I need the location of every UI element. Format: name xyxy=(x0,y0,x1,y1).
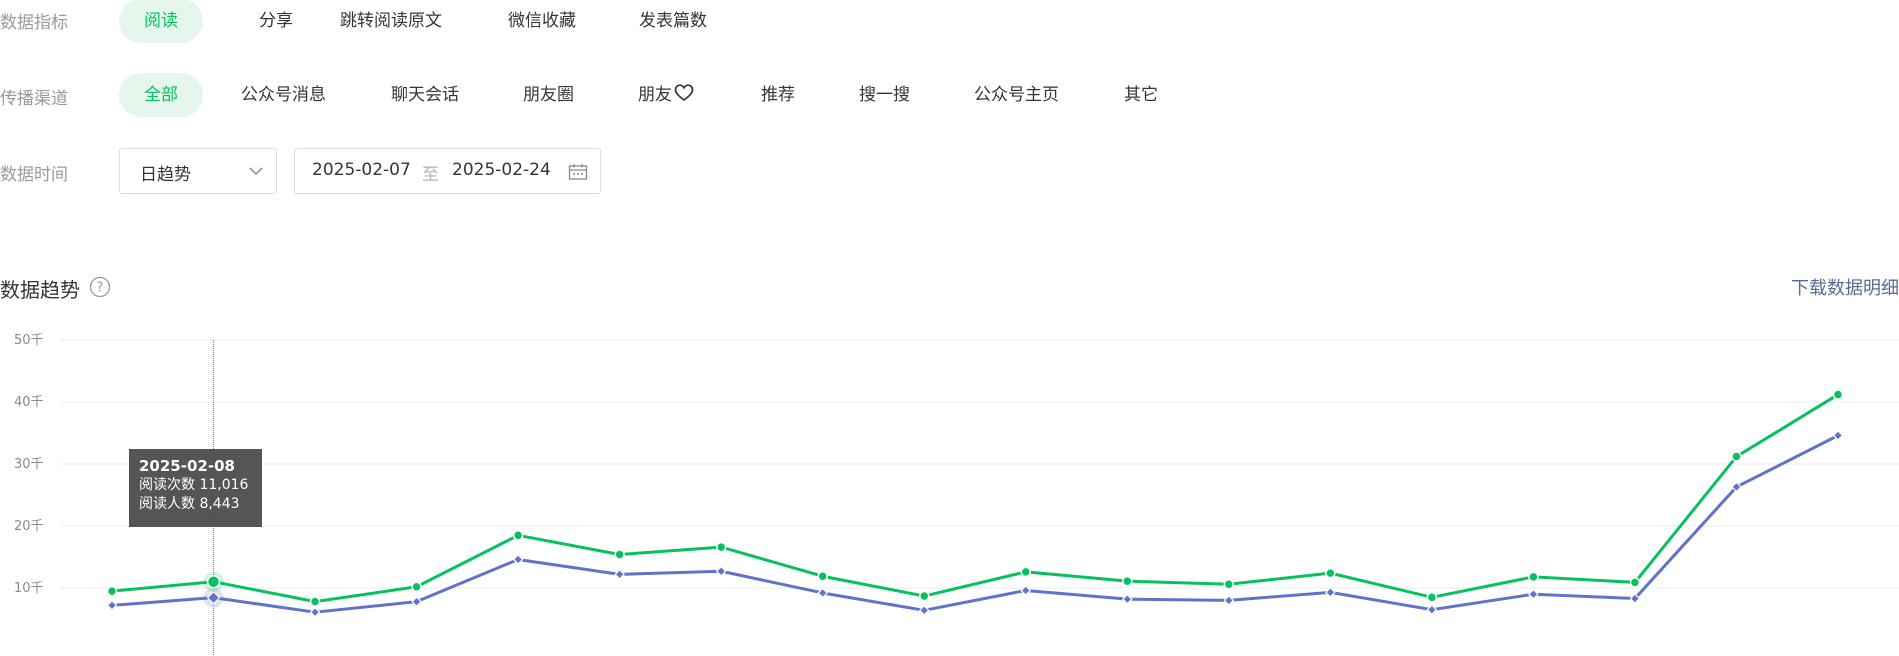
channel-option-chat[interactable]: 聊天会话 xyxy=(366,73,484,117)
data-point xyxy=(1121,593,1133,605)
date-separator: 至 xyxy=(422,165,439,185)
data-point xyxy=(817,587,829,599)
y-tick-label: 20千 xyxy=(14,519,44,534)
channel-option-search[interactable]: 搜一搜 xyxy=(834,73,935,117)
tooltip-line-reads: 阅读次数 11,016 xyxy=(139,477,249,493)
data-point xyxy=(1020,585,1032,596)
data-point xyxy=(715,541,727,553)
data-point xyxy=(1020,566,1032,578)
data-point xyxy=(817,570,828,582)
data-point xyxy=(1325,586,1336,598)
y-tick-label: 40千 xyxy=(14,395,44,410)
data-point xyxy=(918,604,930,616)
data-point xyxy=(614,549,625,560)
channel-option-moments[interactable]: 朋友圈 xyxy=(498,73,599,117)
metric-option-read-original[interactable]: 跳转阅读原文 xyxy=(315,0,467,43)
heart-icon xyxy=(674,84,694,102)
channel-option-friends-label: 朋友 xyxy=(638,85,672,105)
tooltip-date: 2025-02-08 xyxy=(139,457,235,475)
tooltip-line-readers: 阅读人数 8,443 xyxy=(139,496,240,512)
data-point xyxy=(1426,592,1438,603)
data-point xyxy=(1223,595,1235,606)
section-title: 数据趋势 xyxy=(0,278,80,302)
date-range-picker[interactable]: 2025-02-07 至 2025-02-24 xyxy=(294,148,601,194)
series-line xyxy=(111,393,1839,604)
data-point xyxy=(309,606,321,618)
data-point xyxy=(309,596,321,607)
data-point xyxy=(106,600,118,611)
y-tick-label: 50千 xyxy=(14,333,44,348)
chart-tooltip: 2025-02-08 阅读次数 11,016 阅读人数 8,443 xyxy=(129,449,262,527)
data-point xyxy=(1528,588,1539,600)
data-point xyxy=(206,574,221,589)
data-point xyxy=(918,590,930,602)
time-filter-label: 数据时间 xyxy=(0,165,68,185)
data-point xyxy=(106,585,118,597)
channel-option-recommend[interactable]: 推荐 xyxy=(736,73,820,117)
metric-option-post-count[interactable]: 发表篇数 xyxy=(614,0,732,43)
help-icon[interactable]: ? xyxy=(89,276,111,298)
data-point xyxy=(1832,389,1844,400)
calendar-icon[interactable] xyxy=(568,163,588,181)
chart-series xyxy=(106,389,1844,618)
chart-grid: 10千 20千 30千 40千 50千 xyxy=(14,333,1899,596)
channel-filter-label: 传播渠道 xyxy=(0,89,68,109)
date-start[interactable]: 2025-02-07 xyxy=(312,160,411,180)
channel-option-homepage[interactable]: 公众号主页 xyxy=(949,73,1084,117)
data-point xyxy=(715,565,727,577)
metric-option-favorite[interactable]: 微信收藏 xyxy=(483,0,601,43)
channel-option-messages[interactable]: 公众号消息 xyxy=(216,73,351,117)
date-end[interactable]: 2025-02-24 xyxy=(452,160,551,180)
data-point xyxy=(1426,604,1438,616)
channel-option-all[interactable]: 全部 xyxy=(119,73,203,117)
metric-option-read[interactable]: 阅读 xyxy=(119,0,203,43)
download-data-link[interactable]: 下载数据明细 xyxy=(1791,274,1899,300)
channel-option-friends[interactable]: 朋友 xyxy=(613,73,719,117)
data-point xyxy=(614,569,625,580)
data-point xyxy=(512,530,524,541)
data-point xyxy=(512,554,524,565)
data-point xyxy=(411,581,422,593)
data-point xyxy=(1223,579,1235,590)
y-tick-label: 30千 xyxy=(14,457,44,472)
y-tick-label: 10千 xyxy=(14,581,44,596)
series-line xyxy=(111,434,1839,614)
data-point xyxy=(1325,567,1336,579)
trend-chart: 10千 20千 30千 40千 50千 xyxy=(14,333,1899,656)
data-point xyxy=(1528,571,1539,583)
data-point xyxy=(1731,451,1742,462)
data-point xyxy=(1629,577,1641,588)
svg-text:?: ? xyxy=(97,281,104,296)
chevron-down-icon xyxy=(249,167,263,176)
data-point xyxy=(1122,575,1133,587)
channel-option-other[interactable]: 其它 xyxy=(1099,73,1183,117)
granularity-value: 日趋势 xyxy=(140,165,191,185)
metric-option-share[interactable]: 分享 xyxy=(234,0,318,43)
granularity-select[interactable]: 日趋势 xyxy=(119,148,277,194)
data-point xyxy=(411,596,422,607)
metric-filter-label: 数据指标 xyxy=(0,13,68,33)
